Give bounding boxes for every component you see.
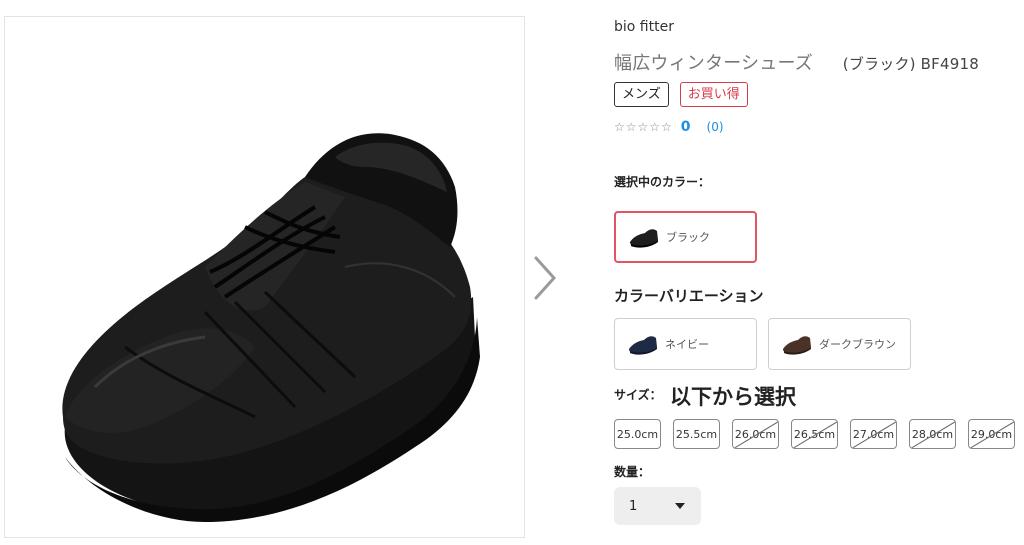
size-option-29-0[interactable]: 29.0cm xyxy=(968,419,1015,449)
black-shoe-thumbnail-icon xyxy=(630,229,658,248)
review-count-link[interactable]: (0) xyxy=(707,120,724,134)
color-swatch-label: ネイビー xyxy=(665,338,709,351)
size-prompt: 以下から選択 xyxy=(670,385,796,409)
image-next-button[interactable] xyxy=(528,252,562,304)
selected-color-label: 選択中のカラー： xyxy=(614,175,711,189)
brand-name[interactable]: bio fitter xyxy=(614,19,674,35)
rating-summary: ☆☆☆☆☆ 0 (0) xyxy=(614,119,724,135)
color-variation-title: カラーバリエーション xyxy=(614,287,764,305)
rating-score: 0 xyxy=(680,119,691,135)
tag-list: メンズ お買い得 xyxy=(614,82,748,107)
size-option-27-0[interactable]: 27.0cm xyxy=(850,419,897,449)
color-swatch-label: ダークブラウン xyxy=(819,338,896,351)
tag-mens[interactable]: メンズ xyxy=(614,82,669,107)
color-swatch-dark-brown[interactable]: ダークブラウン xyxy=(768,318,911,370)
product-title: 幅広ウィンターシューズ (ブラック) BF4918 xyxy=(614,49,979,75)
size-option-26-0[interactable]: 26.0cm xyxy=(732,419,779,449)
chevron-right-icon xyxy=(534,256,557,300)
size-label: サイズ： xyxy=(614,388,662,402)
product-title-suffix: (ブラック) BF4918 xyxy=(842,55,979,73)
quantity-value: 1 xyxy=(629,498,638,514)
shoe-image xyxy=(62,133,480,522)
brown-shoe-thumbnail-icon xyxy=(783,336,811,355)
size-option-26-5[interactable]: 26.5cm xyxy=(791,419,838,449)
quantity-select[interactable]: 1 xyxy=(614,487,701,525)
size-option-28-0[interactable]: 28.0cm xyxy=(909,419,956,449)
color-swatch-black[interactable]: ブラック xyxy=(614,211,757,263)
product-image xyxy=(4,16,525,538)
color-swatch-navy[interactable]: ネイビー xyxy=(614,318,757,370)
rating-stars-icon: ☆☆☆☆☆ xyxy=(614,120,673,134)
tag-bargain[interactable]: お買い得 xyxy=(679,82,748,107)
caret-down-icon xyxy=(675,503,685,509)
navy-shoe-thumbnail-icon xyxy=(629,336,657,355)
product-title-main: 幅広ウィンターシューズ xyxy=(614,53,813,74)
color-swatch-label: ブラック xyxy=(666,231,710,244)
size-option-25-0[interactable]: 25.0cm xyxy=(614,419,661,449)
size-option-25-5[interactable]: 25.5cm xyxy=(673,419,720,449)
quantity-label: 数量： xyxy=(614,465,651,479)
